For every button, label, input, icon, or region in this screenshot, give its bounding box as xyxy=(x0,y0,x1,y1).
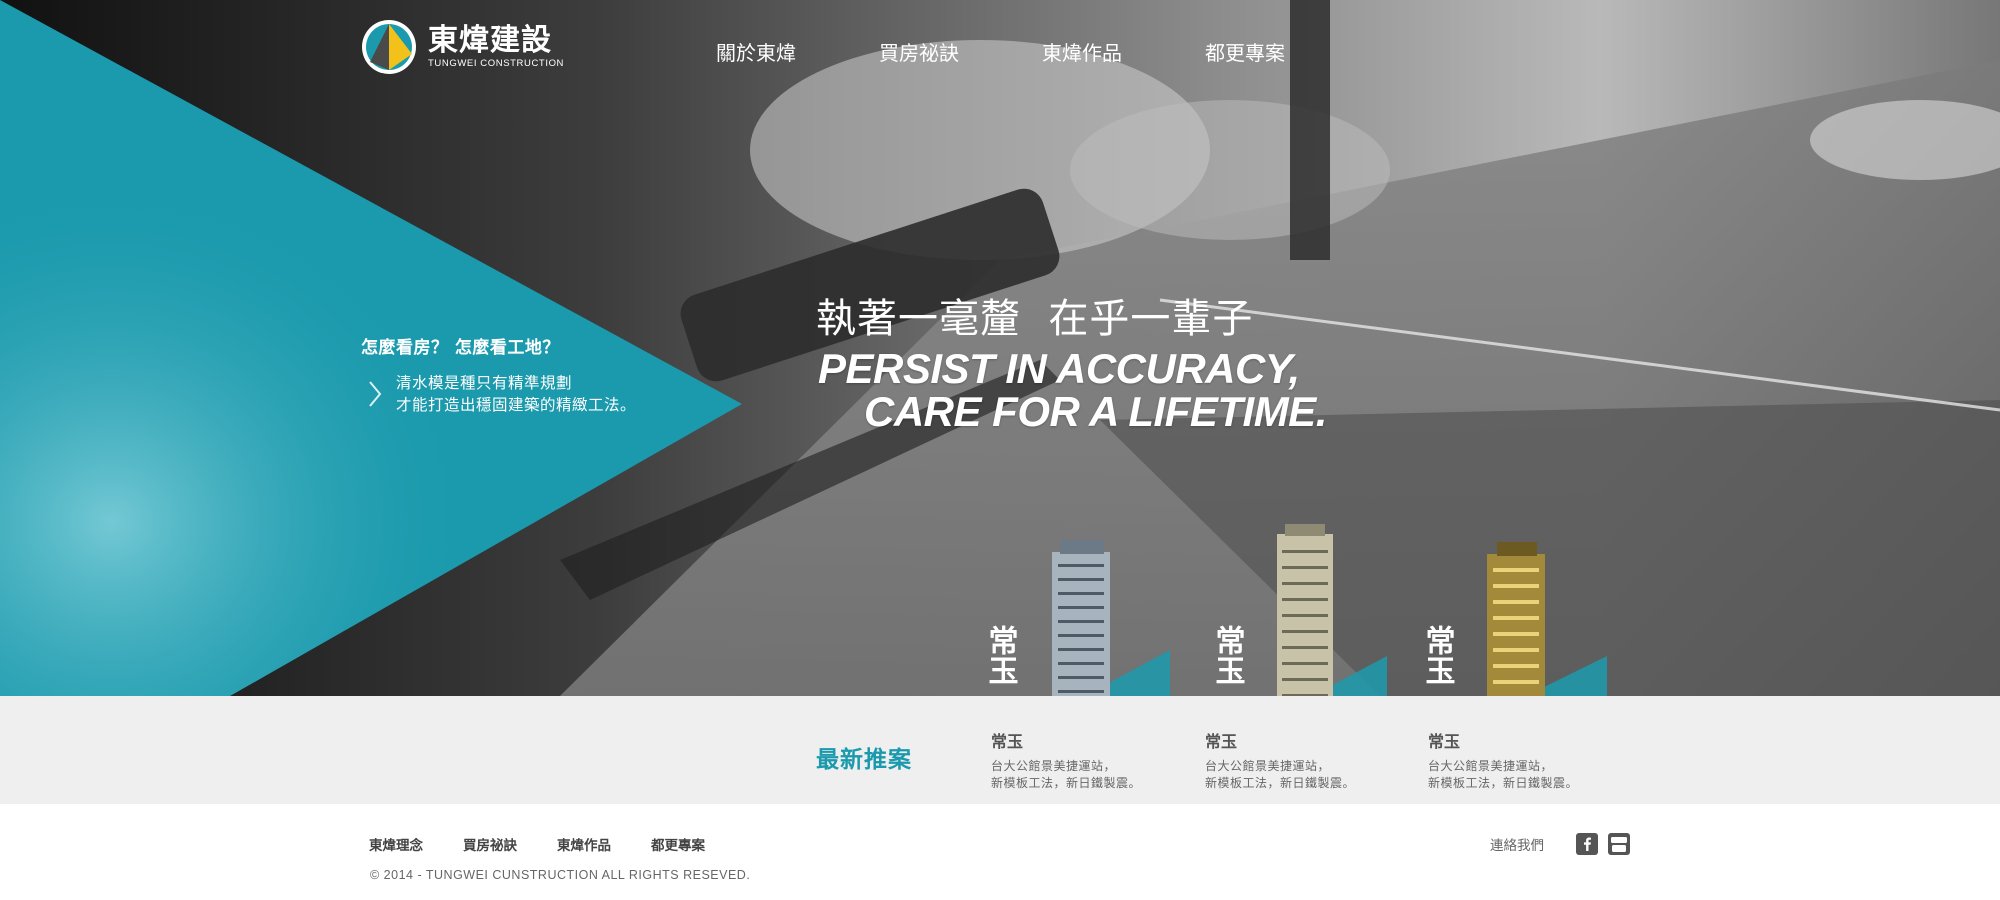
youtube-icon[interactable] xyxy=(1608,833,1630,855)
brand-logo[interactable]: 東煒建設 TUNGWEI CONSTRUCTION xyxy=(360,18,564,76)
footer-link-philosophy[interactable]: 東煒理念 xyxy=(369,834,423,854)
nav-item-about[interactable]: 關於東煒 xyxy=(716,37,879,66)
project-visual-2[interactable]: 常玉 xyxy=(1207,520,1397,696)
facebook-icon[interactable] xyxy=(1576,833,1598,855)
chevron-right-icon xyxy=(369,381,382,407)
project-visual-3[interactable]: 常玉 xyxy=(1417,520,1607,696)
latest-projects-title: 最新推案 xyxy=(816,747,912,773)
hero-intro-link[interactable]: 清水模是種只有精準規劃 才能打造出穩固建築的精緻工法。 xyxy=(364,372,636,416)
nav-item-urban-renewal[interactable]: 都更專案 xyxy=(1205,37,1368,66)
project-desc-line1: 台大公館景美捷運站， xyxy=(1205,759,1331,773)
headline-english-line1: PERSIST IN ACCURACY, xyxy=(818,345,1300,392)
logo-emblem-icon xyxy=(362,20,416,74)
headline-chinese: 執著一毫釐 在乎一輩子 xyxy=(816,296,1254,342)
copyright-text: © 2014 - TUNGWEI CUNSTRUCTION ALL RIGHTS… xyxy=(370,868,751,882)
footer-link-works[interactable]: 東煒作品 xyxy=(557,834,611,854)
project-name: 常玉 xyxy=(1428,732,1461,751)
contact-link[interactable]: 連絡我們 xyxy=(1490,834,1544,854)
project-logo-2: 常玉 xyxy=(1210,625,1245,685)
project-desc-line2: 新模板工法，新日鐵製震。 xyxy=(1205,776,1356,790)
top-navigation: 關於東煒 買房祕訣 東煒作品 都更專案 xyxy=(716,37,1368,66)
project-card-1[interactable]: 常玉 台大公館景美捷運站， 新模板工法，新日鐵製震。 xyxy=(991,728,1141,792)
footer-navigation: 東煒理念 買房祕訣 東煒作品 都更專案 xyxy=(369,834,745,854)
project-card-2[interactable]: 常玉 台大公館景美捷運站， 新模板工法，新日鐵製震。 xyxy=(1205,728,1355,792)
headline-english-line2: CARE FOR A LIFETIME. xyxy=(864,388,1327,435)
project-desc-line2: 新模板工法，新日鐵製震。 xyxy=(1428,776,1579,790)
brand-name-cn: 東煒建設 xyxy=(428,23,552,58)
project-name: 常玉 xyxy=(1205,732,1238,751)
site-footer: 東煒理念 買房祕訣 東煒作品 都更專案 © 2014 - TUNGWEI CUN… xyxy=(0,804,2000,900)
nav-item-works[interactable]: 東煒作品 xyxy=(1042,37,1205,66)
hero-banner: 東煒建設 TUNGWEI CONSTRUCTION 關於東煒 買房祕訣 東煒作品… xyxy=(0,0,2000,696)
brand-name-en: TUNGWEI CONSTRUCTION xyxy=(428,58,565,69)
project-logo-1: 常玉 xyxy=(983,625,1018,685)
project-desc-line1: 台大公館景美捷運站， xyxy=(1428,759,1554,773)
hero-text-line2: 才能打造出穩固建築的精緻工法。 xyxy=(396,396,637,414)
hero-question: 怎麼看房？ 怎麼看工地？ xyxy=(361,338,560,358)
footer-link-urban-renewal[interactable]: 都更專案 xyxy=(651,834,705,854)
project-visual-1[interactable]: 常玉 xyxy=(980,520,1170,696)
project-desc-line2: 新模板工法，新日鐵製震。 xyxy=(991,776,1142,790)
hero-text-line1: 清水模是種只有精準規劃 xyxy=(396,374,573,392)
footer-link-buying-tips[interactable]: 買房祕訣 xyxy=(463,834,517,854)
project-logo-3: 常玉 xyxy=(1420,625,1455,685)
nav-item-buying-tips[interactable]: 買房祕訣 xyxy=(879,37,1042,66)
project-card-3[interactable]: 常玉 台大公館景美捷運站， 新模板工法，新日鐵製震。 xyxy=(1428,728,1578,792)
project-name: 常玉 xyxy=(991,732,1024,751)
project-desc-line1: 台大公館景美捷運站， xyxy=(991,759,1117,773)
